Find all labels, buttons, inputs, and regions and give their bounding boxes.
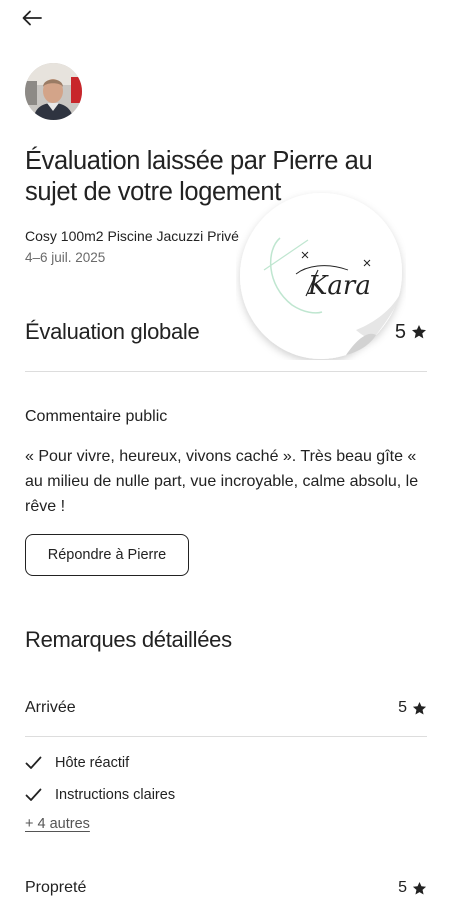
criterion-rating-value: 5: [398, 699, 407, 716]
back-button[interactable]: [22, 8, 46, 28]
criterion-row-cleanliness: Propreté 5: [25, 874, 427, 900]
tag-item: Instructions claires: [25, 784, 175, 806]
public-comment-label: Commentaire public: [25, 408, 168, 425]
reply-button[interactable]: Répondre à Pierre: [25, 534, 189, 576]
criterion-rating-value: 5: [398, 879, 407, 896]
watermark-sticker: Kara: [236, 190, 406, 360]
checkmark-icon: [25, 788, 42, 801]
global-rating-label: Évaluation globale: [25, 319, 200, 344]
details-title: Remarques détaillées: [25, 627, 232, 652]
divider: [25, 371, 427, 372]
stay-dates: 4–6 juil. 2025: [25, 250, 106, 265]
star-icon: [412, 325, 426, 339]
star-icon: [412, 701, 427, 714]
criterion-rating: 5: [398, 699, 427, 717]
sticker-logo: Kara: [240, 193, 402, 359]
checkmark-icon: [25, 756, 42, 769]
public-comment-text: « Pour vivre, heureux, vivons caché ». T…: [25, 448, 419, 515]
arrow-left-icon: [22, 10, 42, 26]
show-more-link[interactable]: + 4 autres: [25, 816, 90, 832]
star-icon: [412, 881, 427, 894]
criterion-rating: 5: [398, 879, 427, 897]
sticker-logo-text: Kara: [307, 271, 371, 301]
criterion-row-arrival: Arrivée 5: [25, 694, 427, 722]
tag-label: Hôte réactif: [55, 755, 130, 771]
listing-name: Cosy 100m2 Piscine Jacuzzi Privé: [25, 228, 239, 244]
divider: [25, 736, 427, 737]
tag-label: Instructions claires: [55, 787, 176, 803]
criterion-label: Propreté: [25, 879, 87, 896]
avatar-photo: [25, 63, 82, 120]
avatar[interactable]: [25, 63, 82, 120]
tag-item: Hôte réactif: [25, 752, 129, 774]
criterion-label: Arrivée: [25, 699, 76, 716]
